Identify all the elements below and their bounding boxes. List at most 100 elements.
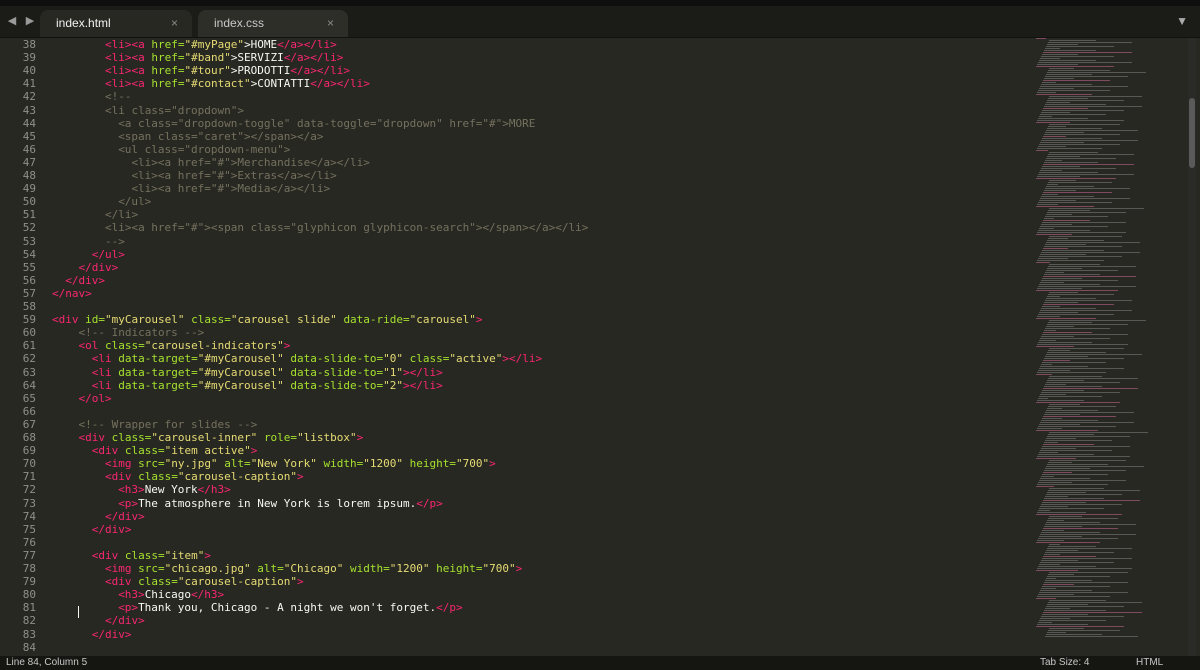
code-line[interactable]: </div> — [105, 510, 145, 523]
code-line[interactable]: <li><a href="#tour">PRODOTTI</a></li> — [105, 64, 350, 77]
code-line[interactable]: <li><a href="#">Media</a></li> — [131, 182, 330, 195]
code-line[interactable]: <li><a href="#myPage">HOME</a></li> — [105, 38, 337, 51]
code-token: </ol> — [78, 391, 112, 405]
minimap-line — [1041, 560, 1078, 561]
code-line[interactable]: <li data-target="#myCarousel" data-slide… — [92, 352, 542, 365]
code-token: "listbox" — [297, 431, 357, 444]
code-line[interactable]: <!-- — [105, 90, 132, 103]
code-line[interactable]: <img src="ny.jpg" alt="New York" width="… — [105, 457, 496, 470]
minimap-line — [1036, 122, 1070, 123]
code-line[interactable]: <li class="dropdown"> — [105, 104, 244, 117]
minimap-line — [1038, 146, 1066, 147]
code-token: >HOME — [244, 38, 278, 51]
minimap-line — [1043, 108, 1088, 109]
minimap-line — [1038, 258, 1068, 259]
code-line[interactable]: <li><a href="#"><span class="glyphicon g… — [105, 221, 588, 234]
minimap-line — [1036, 570, 1078, 571]
code-token: <a — [131, 38, 152, 51]
code-token: ></li> — [403, 378, 443, 392]
code-line[interactable]: </div> — [105, 614, 145, 627]
code-line[interactable]: </div> — [78, 261, 118, 274]
vertical-scrollbar[interactable] — [1188, 38, 1196, 656]
minimap-line — [1048, 546, 1096, 547]
minimap-line — [1044, 162, 1098, 163]
code-token: "ny.jpg" — [164, 457, 225, 471]
code-line[interactable]: <img src="chicago.jpg" alt="Chicago" wid… — [105, 562, 522, 575]
code-token: <li><a href="#">Extras</a></li> — [131, 169, 337, 182]
code-line[interactable]: <div class="item"> — [92, 549, 211, 562]
minimap-line — [1047, 296, 1060, 297]
code-token: <li> — [104, 64, 132, 78]
code-line[interactable]: <p>The atmosphere in New York is lorem i… — [118, 497, 443, 510]
code-line[interactable]: <p>Thank you, Chicago - A night we won't… — [118, 601, 462, 614]
minimap-line — [1044, 274, 1100, 275]
code-line[interactable]: <div class="item active"> — [92, 444, 258, 457]
code-line[interactable]: <h3>New York</h3> — [118, 483, 231, 496]
minimap-line — [1042, 530, 1064, 531]
code-line[interactable]: </ul> — [92, 248, 125, 261]
close-tab-icon[interactable]: × — [171, 16, 178, 30]
code-line[interactable]: </li> — [105, 208, 138, 221]
scrollbar-thumb[interactable] — [1189, 98, 1195, 168]
close-tab-icon[interactable]: × — [327, 16, 334, 30]
code-line[interactable]: <!-- Indicators --> — [78, 326, 204, 339]
line-number: 76 — [22, 535, 36, 549]
minimap-line — [1041, 252, 1140, 253]
line-number: 46 — [22, 142, 36, 156]
syntax-indicator[interactable]: HTML — [1136, 656, 1163, 670]
code-line[interactable]: <ol class="carousel-indicators"> — [78, 339, 290, 352]
code-line[interactable]: <div class="carousel-inner" role="listbo… — [78, 431, 363, 444]
code-token: > — [250, 444, 258, 458]
code-line[interactable]: </nav> — [52, 287, 92, 300]
code-line[interactable]: <li><a href="#">Merchandise</a></li> — [131, 156, 369, 169]
code-token: <p> — [118, 601, 139, 615]
code-line[interactable]: <!-- Wrapper for slides --> — [78, 418, 257, 431]
code-line[interactable]: </div> — [65, 274, 105, 287]
tab-size-indicator[interactable]: Tab Size: 4 — [1040, 656, 1089, 670]
minimap-line — [1038, 622, 1052, 623]
minimap-line — [1042, 110, 1124, 111]
code-line[interactable]: <li><a href="#contact">CONTATTI</a></li> — [105, 77, 370, 90]
code-line[interactable]: <div class="carousel-caption"> — [105, 470, 304, 483]
code-line[interactable]: <a class="dropdown-toggle" data-toggle="… — [118, 117, 535, 130]
minimap-line — [1036, 290, 1118, 291]
code-line[interactable]: <li><a href="#">Extras</a></li> — [131, 169, 336, 182]
minimap-line — [1043, 444, 1094, 445]
code-token: height= — [409, 457, 457, 471]
minimap-line — [1041, 196, 1094, 197]
tab-index-html[interactable]: index.html × — [40, 10, 192, 37]
code-line[interactable]: <div id="myCarousel" class="carousel sli… — [52, 313, 483, 326]
minimap-line — [1044, 554, 1060, 555]
code-line[interactable]: --> — [105, 235, 125, 248]
code-line[interactable]: <div class="carousel-caption"> — [105, 575, 304, 588]
code-token: role= — [263, 431, 298, 444]
code-line[interactable]: </ol> — [78, 392, 111, 405]
code-token: <div — [104, 575, 139, 589]
minimap-line — [1042, 390, 1084, 391]
minimap-line — [1041, 280, 1118, 281]
code-line[interactable]: <ul class="dropdown-menu"> — [118, 143, 290, 156]
code-area[interactable]: <li><a href="#myPage">HOME</a></li> <li><… — [52, 38, 1022, 656]
code-line[interactable]: <span class="caret"></span></a> — [118, 130, 323, 143]
code-line[interactable]: <h3>Chicago</h3> — [118, 588, 224, 601]
code-line[interactable]: </ul> — [118, 195, 151, 208]
code-line[interactable]: <li><a href="#band">SERVIZI</a></li> — [105, 51, 343, 64]
minimap-line — [1038, 174, 1134, 175]
minimap-line — [1048, 126, 1066, 127]
code-line[interactable]: <li data-target="#myCarousel" data-slide… — [92, 379, 443, 392]
tab-list-dropdown-icon[interactable]: ▼ — [1176, 14, 1188, 28]
code-line[interactable]: <li data-target="#myCarousel" data-slide… — [92, 366, 443, 379]
next-tab-arrow-icon[interactable]: ▶ — [24, 12, 36, 30]
line-number: 59 — [22, 313, 36, 327]
minimap-line — [1037, 568, 1132, 569]
code-editor[interactable]: 38 39 40 41 42 43 44 45 46 47 48 49 50 51 52 53 54 55 56 57… — [0, 38, 1030, 656]
tab-index-css[interactable]: index.css × — [198, 10, 348, 37]
minimap-line — [1045, 104, 1106, 105]
minimap-line — [1046, 550, 1078, 551]
minimap[interactable] — [1036, 38, 1186, 656]
code-token: "#contact" — [184, 77, 251, 91]
code-line[interactable]: </div> — [92, 523, 132, 536]
code-line[interactable]: </div> — [92, 628, 132, 641]
minimap-line — [1041, 224, 1072, 225]
previous-tab-arrow-icon[interactable]: ◀ — [6, 12, 18, 30]
